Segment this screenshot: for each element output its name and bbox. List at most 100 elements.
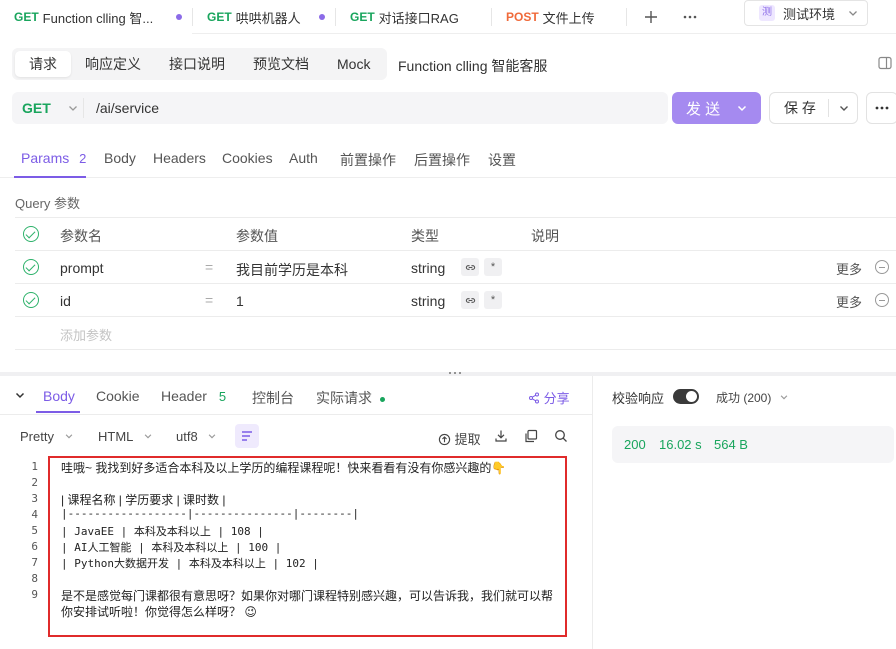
validate-response-toggle[interactable] [673, 389, 699, 404]
environment-selector[interactable]: 测 测试环境 [744, 0, 868, 26]
unsaved-dot-icon [319, 14, 325, 20]
col-header-desc: 说明 [531, 228, 559, 244]
equals-sign: = [205, 292, 214, 308]
col-header-type: 类型 [411, 228, 439, 244]
tab-divider [626, 8, 627, 26]
encoding-select[interactable]: utf8 [176, 429, 217, 444]
add-param-input[interactable]: 添加参数 [60, 325, 112, 344]
required-asterisk-icon[interactable]: * [484, 291, 502, 309]
tab-body[interactable]: Body [104, 150, 136, 166]
method-select[interactable]: GET [12, 98, 84, 118]
row-enable-checkbox[interactable] [23, 292, 39, 308]
link-icon[interactable] [461, 291, 479, 309]
tab-post-ops[interactable]: 后置操作 [414, 150, 470, 170]
layout-toggle-icon[interactable] [878, 56, 892, 70]
content-type-select[interactable]: HTML [98, 429, 153, 444]
validation-status-select[interactable]: 成功 (200) [716, 389, 789, 406]
format-wrap-button[interactable] [235, 424, 259, 448]
tab-label: 文件上传 [542, 10, 595, 26]
chevron-down-icon [847, 7, 859, 19]
row-enable-checkbox[interactable] [23, 259, 39, 275]
line-number: 3 [31, 492, 38, 505]
param-type[interactable]: string [411, 293, 445, 309]
chevron-down-icon [144, 434, 151, 439]
panel-divider [592, 376, 593, 649]
tab-settings[interactable]: 设置 [488, 150, 516, 170]
resp-tab-actual-request[interactable]: 实际请求 [316, 388, 385, 408]
subtab-api-description[interactable]: 接口说明 [155, 51, 239, 77]
env-badge: 测 [759, 5, 775, 21]
params-label: Params [21, 150, 70, 166]
tab-label: 哄哄机器人 [235, 10, 301, 26]
save-button[interactable]: 保 存 [769, 92, 858, 124]
tab-params[interactable]: Params 2 [21, 150, 86, 166]
copy-icon[interactable] [524, 429, 538, 443]
resp-tab-console[interactable]: 控制台 [252, 388, 294, 408]
select-all-checkbox[interactable] [23, 226, 39, 242]
url-bar: GET /ai/service [12, 92, 668, 124]
tab-pre-ops[interactable]: 前置操作 [340, 150, 396, 170]
resp-tab-header[interactable]: Header 5 [161, 388, 226, 404]
html-label: HTML [98, 429, 133, 444]
param-value[interactable]: 我目前学历是本科 [236, 260, 348, 280]
resp-tab-cookie[interactable]: Cookie [96, 388, 140, 404]
new-tab-plus-icon[interactable] [643, 9, 659, 25]
remove-row-icon[interactable] [875, 260, 889, 274]
tab-function-calling[interactable]: GET Function clling 智... [0, 0, 192, 34]
wrap-lines-icon [242, 431, 252, 441]
share-button[interactable]: 分享 [528, 388, 570, 407]
tab-file-upload[interactable]: POST 文件上传 [492, 0, 626, 34]
param-name[interactable]: id [60, 293, 71, 309]
extract-button[interactable]: 提取 [438, 429, 481, 448]
download-icon[interactable] [494, 429, 508, 443]
drag-handle-icon[interactable] [448, 370, 462, 376]
chevron-down-icon[interactable] [736, 102, 748, 114]
table-border [15, 217, 896, 218]
param-name[interactable]: prompt [60, 260, 104, 276]
line-number: 6 [31, 540, 38, 553]
remove-row-icon[interactable] [875, 293, 889, 307]
search-icon[interactable] [554, 429, 568, 443]
line-number: 4 [31, 508, 38, 521]
active-tab-indicator [14, 176, 86, 178]
collapse-chevron-icon[interactable] [14, 389, 26, 401]
chevron-down-icon [780, 395, 788, 400]
api-name: Function clling 智能客服 [398, 58, 548, 74]
response-summary: 200 16.02 s 564 B [612, 426, 894, 463]
line-number: 2 [31, 476, 38, 489]
request-subtabs: 请求 响应定义 接口说明 预览文档 Mock [12, 48, 388, 80]
encoding-label: utf8 [176, 429, 198, 444]
param-type[interactable]: string [411, 260, 445, 276]
subtab-mock[interactable]: Mock [323, 51, 384, 77]
url-input[interactable]: /ai/service [96, 100, 159, 116]
tab-chat-rag[interactable]: GET 对话接口RAG [336, 0, 491, 34]
status-dot-icon [379, 396, 385, 402]
table-border [15, 283, 896, 284]
more-link[interactable]: 更多 [836, 259, 862, 278]
more-link[interactable]: 更多 [836, 292, 862, 311]
more-actions-button[interactable] [866, 92, 896, 124]
tab-auth[interactable]: Auth [289, 150, 318, 166]
equals-sign: = [205, 259, 214, 275]
tab-headers[interactable]: Headers [153, 150, 206, 166]
chevron-down-icon [208, 434, 216, 439]
param-value[interactable]: 1 [236, 293, 244, 309]
extract-icon [438, 433, 451, 446]
resp-header-count: 5 [218, 389, 227, 404]
highlight-box [48, 456, 567, 637]
response-time: 16.02 s [659, 437, 702, 452]
send-button[interactable]: 发 送 [672, 92, 761, 124]
subtab-response-definition[interactable]: 响应定义 [71, 51, 155, 77]
method-value: GET [22, 100, 51, 116]
resp-tab-body[interactable]: Body [43, 388, 75, 404]
tab-more-icon[interactable] [682, 9, 698, 25]
tab-honghong-robot[interactable]: GET 哄哄机器人 [193, 0, 335, 34]
subtab-request[interactable]: 请求 [15, 51, 71, 77]
link-icon[interactable] [461, 258, 479, 276]
subtab-preview-doc[interactable]: 预览文档 [239, 51, 323, 77]
required-asterisk-icon[interactable]: * [484, 258, 502, 276]
pretty-select[interactable]: Pretty [20, 429, 74, 444]
chevron-down-icon[interactable] [838, 102, 850, 114]
tab-method: GET [14, 10, 39, 24]
tab-cookies[interactable]: Cookies [222, 150, 273, 166]
